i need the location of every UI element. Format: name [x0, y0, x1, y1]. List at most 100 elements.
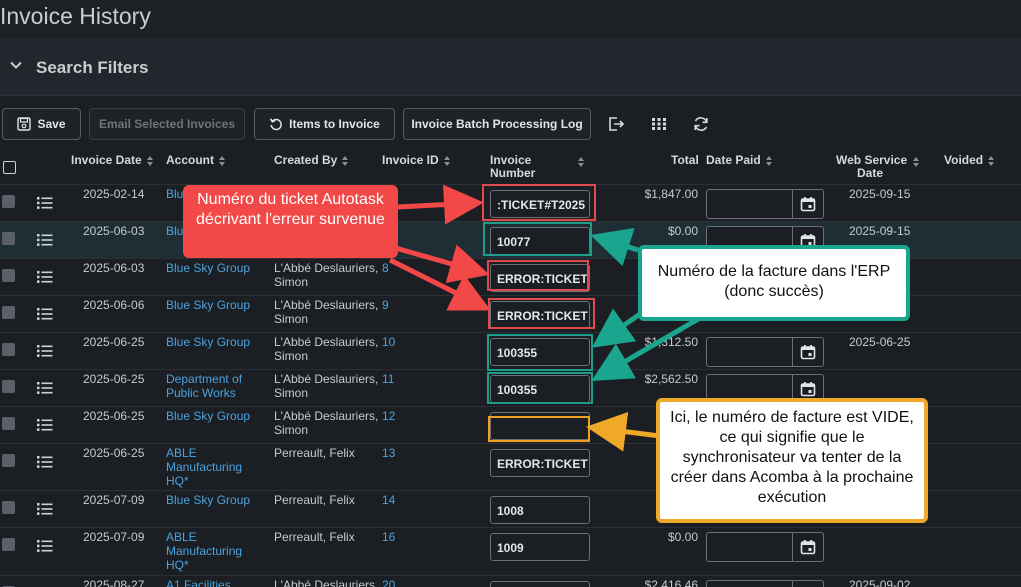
save-button[interactable]: Save: [2, 108, 81, 140]
row-checkbox[interactable]: [2, 454, 15, 467]
row-menu-icon[interactable]: [37, 455, 53, 469]
sort-icon: [342, 155, 349, 166]
cell-total: $1,312.50: [644, 335, 698, 349]
invoice-number-input[interactable]: 100355: [490, 338, 590, 366]
row-menu-icon[interactable]: [37, 307, 53, 321]
export-icon[interactable]: [607, 115, 625, 133]
cell-account[interactable]: A1 Facilities: [166, 578, 231, 587]
grid-icon[interactable]: [650, 115, 668, 133]
cell-account[interactable]: Blue Sky Group: [166, 335, 250, 349]
sort-icon[interactable]: [912, 156, 920, 168]
cell-invoice-id[interactable]: 9: [382, 298, 389, 312]
table-row[interactable]: 2025-07-09 ABLE Manufacturing HQ* Perreault,…: [0, 527, 1021, 575]
cell-invoice-id[interactable]: 8: [382, 261, 389, 275]
invoice-number-input[interactable]: 1008: [490, 496, 590, 524]
invoice-number-input[interactable]: ERROR:TICKET: [490, 264, 590, 292]
invoice-number-input[interactable]: [490, 412, 590, 440]
cell-account[interactable]: Manufacturing: [166, 460, 242, 474]
col-account[interactable]: Account: [166, 154, 226, 167]
table-row[interactable]: 2025-08-27 A1 Facilities L'Abbé Deslaurier…: [0, 575, 1021, 587]
table-row[interactable]: 2025-02-14Blue Sky Group:TICKET#T2025$1,…: [0, 184, 1021, 221]
cell-account[interactable]: ABLE: [166, 446, 197, 460]
row-menu-icon[interactable]: [37, 502, 53, 516]
invoice-number-input[interactable]: 100355: [490, 375, 590, 403]
cell-account[interactable]: Department of: [166, 372, 242, 386]
row-menu-icon[interactable]: [37, 196, 53, 210]
table-row[interactable]: 2025-06-25 Blue Sky Group L'Abbé Deslaurie…: [0, 332, 1021, 369]
cell-invoice-id[interactable]: 12: [382, 409, 395, 423]
row-checkbox[interactable]: [2, 232, 15, 245]
row-menu-icon[interactable]: [37, 418, 53, 432]
cell-account[interactable]: Blue Sky Group: [166, 261, 250, 275]
calendar-icon[interactable]: [800, 344, 816, 360]
invoice-number-input[interactable]: 1009: [490, 533, 590, 561]
row-menu-icon[interactable]: [37, 381, 53, 395]
invoice-number-input[interactable]: [490, 581, 590, 587]
row-checkbox[interactable]: [2, 417, 15, 430]
calendar-icon[interactable]: [800, 196, 816, 212]
col-invoice-date[interactable]: Invoice Date: [71, 154, 154, 167]
cell-created-by: Perreault, Felix: [274, 493, 355, 507]
row-menu-icon[interactable]: [37, 344, 53, 358]
row-checkbox[interactable]: [2, 269, 15, 282]
invoice-number-input[interactable]: ERROR:TICKET: [490, 449, 590, 477]
cell-account[interactable]: ABLE: [166, 530, 197, 544]
col-created-by[interactable]: Created By: [274, 154, 349, 167]
cell-invoice-id[interactable]: 14: [382, 493, 395, 507]
cell-invoice-id[interactable]: 20: [382, 578, 395, 587]
sort-icon: [988, 155, 995, 166]
sort-icon: [765, 155, 772, 166]
invoice-number-input[interactable]: ERROR:TICKET: [490, 301, 590, 329]
refresh-icon[interactable]: [692, 115, 710, 133]
cell-created-by: Simon: [274, 275, 309, 289]
cell-invoice-id[interactable]: 10: [382, 335, 395, 349]
cell-invoice-id[interactable]: 11: [382, 372, 394, 386]
row-menu-icon[interactable]: [37, 233, 53, 247]
invoice-number-input[interactable]: :TICKET#T2025: [490, 190, 590, 218]
cell-created-by: Perreault, Felix: [274, 446, 355, 460]
row-menu-icon[interactable]: [37, 539, 53, 553]
cell-account[interactable]: Blue Sky Group: [166, 409, 250, 423]
cell-invoice-id[interactable]: 16: [382, 530, 395, 544]
row-checkbox[interactable]: [2, 501, 15, 514]
col-invoice-number[interactable]: Invoice Number: [490, 154, 535, 180]
col-web-service-date[interactable]: Web Service Date: [836, 154, 907, 180]
toolbar: Save Email Selected Invoices Items to In…: [0, 108, 1021, 140]
col-total[interactable]: Total: [671, 154, 699, 167]
col-invoice-id[interactable]: Invoice ID: [382, 154, 451, 167]
batch-button-label: Invoice Batch Processing Log: [411, 117, 583, 131]
row-checkbox[interactable]: [2, 380, 15, 393]
row-checkbox[interactable]: [2, 195, 15, 208]
col-voided[interactable]: Voided: [944, 154, 995, 167]
col-account-label: Account: [166, 153, 214, 167]
row-menu-icon[interactable]: [37, 270, 53, 284]
date-paid-input[interactable]: [706, 580, 824, 587]
sort-icon[interactable]: [577, 156, 585, 168]
cell-invoice-id[interactable]: 13: [382, 446, 395, 460]
items-to-invoice-button[interactable]: Items to Invoice: [254, 108, 395, 140]
date-paid-input[interactable]: [706, 189, 824, 219]
row-checkbox[interactable]: [2, 538, 15, 551]
cell-account[interactable]: HQ*: [166, 474, 189, 488]
chevron-down-icon[interactable]: [8, 57, 24, 73]
cell-account[interactable]: Public Works: [166, 386, 236, 400]
cell-account[interactable]: Blue Sky Group: [166, 298, 250, 312]
select-all-checkbox[interactable]: [3, 161, 16, 174]
search-filters-bar[interactable]: Search Filters: [0, 38, 1021, 96]
calendar-icon[interactable]: [800, 539, 816, 555]
invoice-batch-processing-log-button[interactable]: Invoice Batch Processing Log: [403, 108, 591, 140]
cell-account[interactable]: Blue Sky Group: [166, 493, 250, 507]
cell-created-by: Simon: [274, 423, 309, 437]
search-filters-label[interactable]: Search Filters: [36, 58, 148, 78]
date-paid-input[interactable]: [706, 532, 824, 562]
cell-account[interactable]: HQ*: [166, 558, 189, 572]
cell-created-by: Simon: [274, 349, 309, 363]
cell-account[interactable]: Manufacturing: [166, 544, 242, 558]
invoice-number-input[interactable]: 10077: [490, 227, 590, 255]
row-checkbox[interactable]: [2, 306, 15, 319]
date-paid-input[interactable]: [706, 337, 824, 367]
col-date-paid[interactable]: Date Paid: [706, 154, 773, 167]
calendar-icon[interactable]: [800, 381, 816, 397]
email-selected-invoices-button[interactable]: Email Selected Invoices: [89, 108, 245, 140]
row-checkbox[interactable]: [2, 343, 15, 356]
